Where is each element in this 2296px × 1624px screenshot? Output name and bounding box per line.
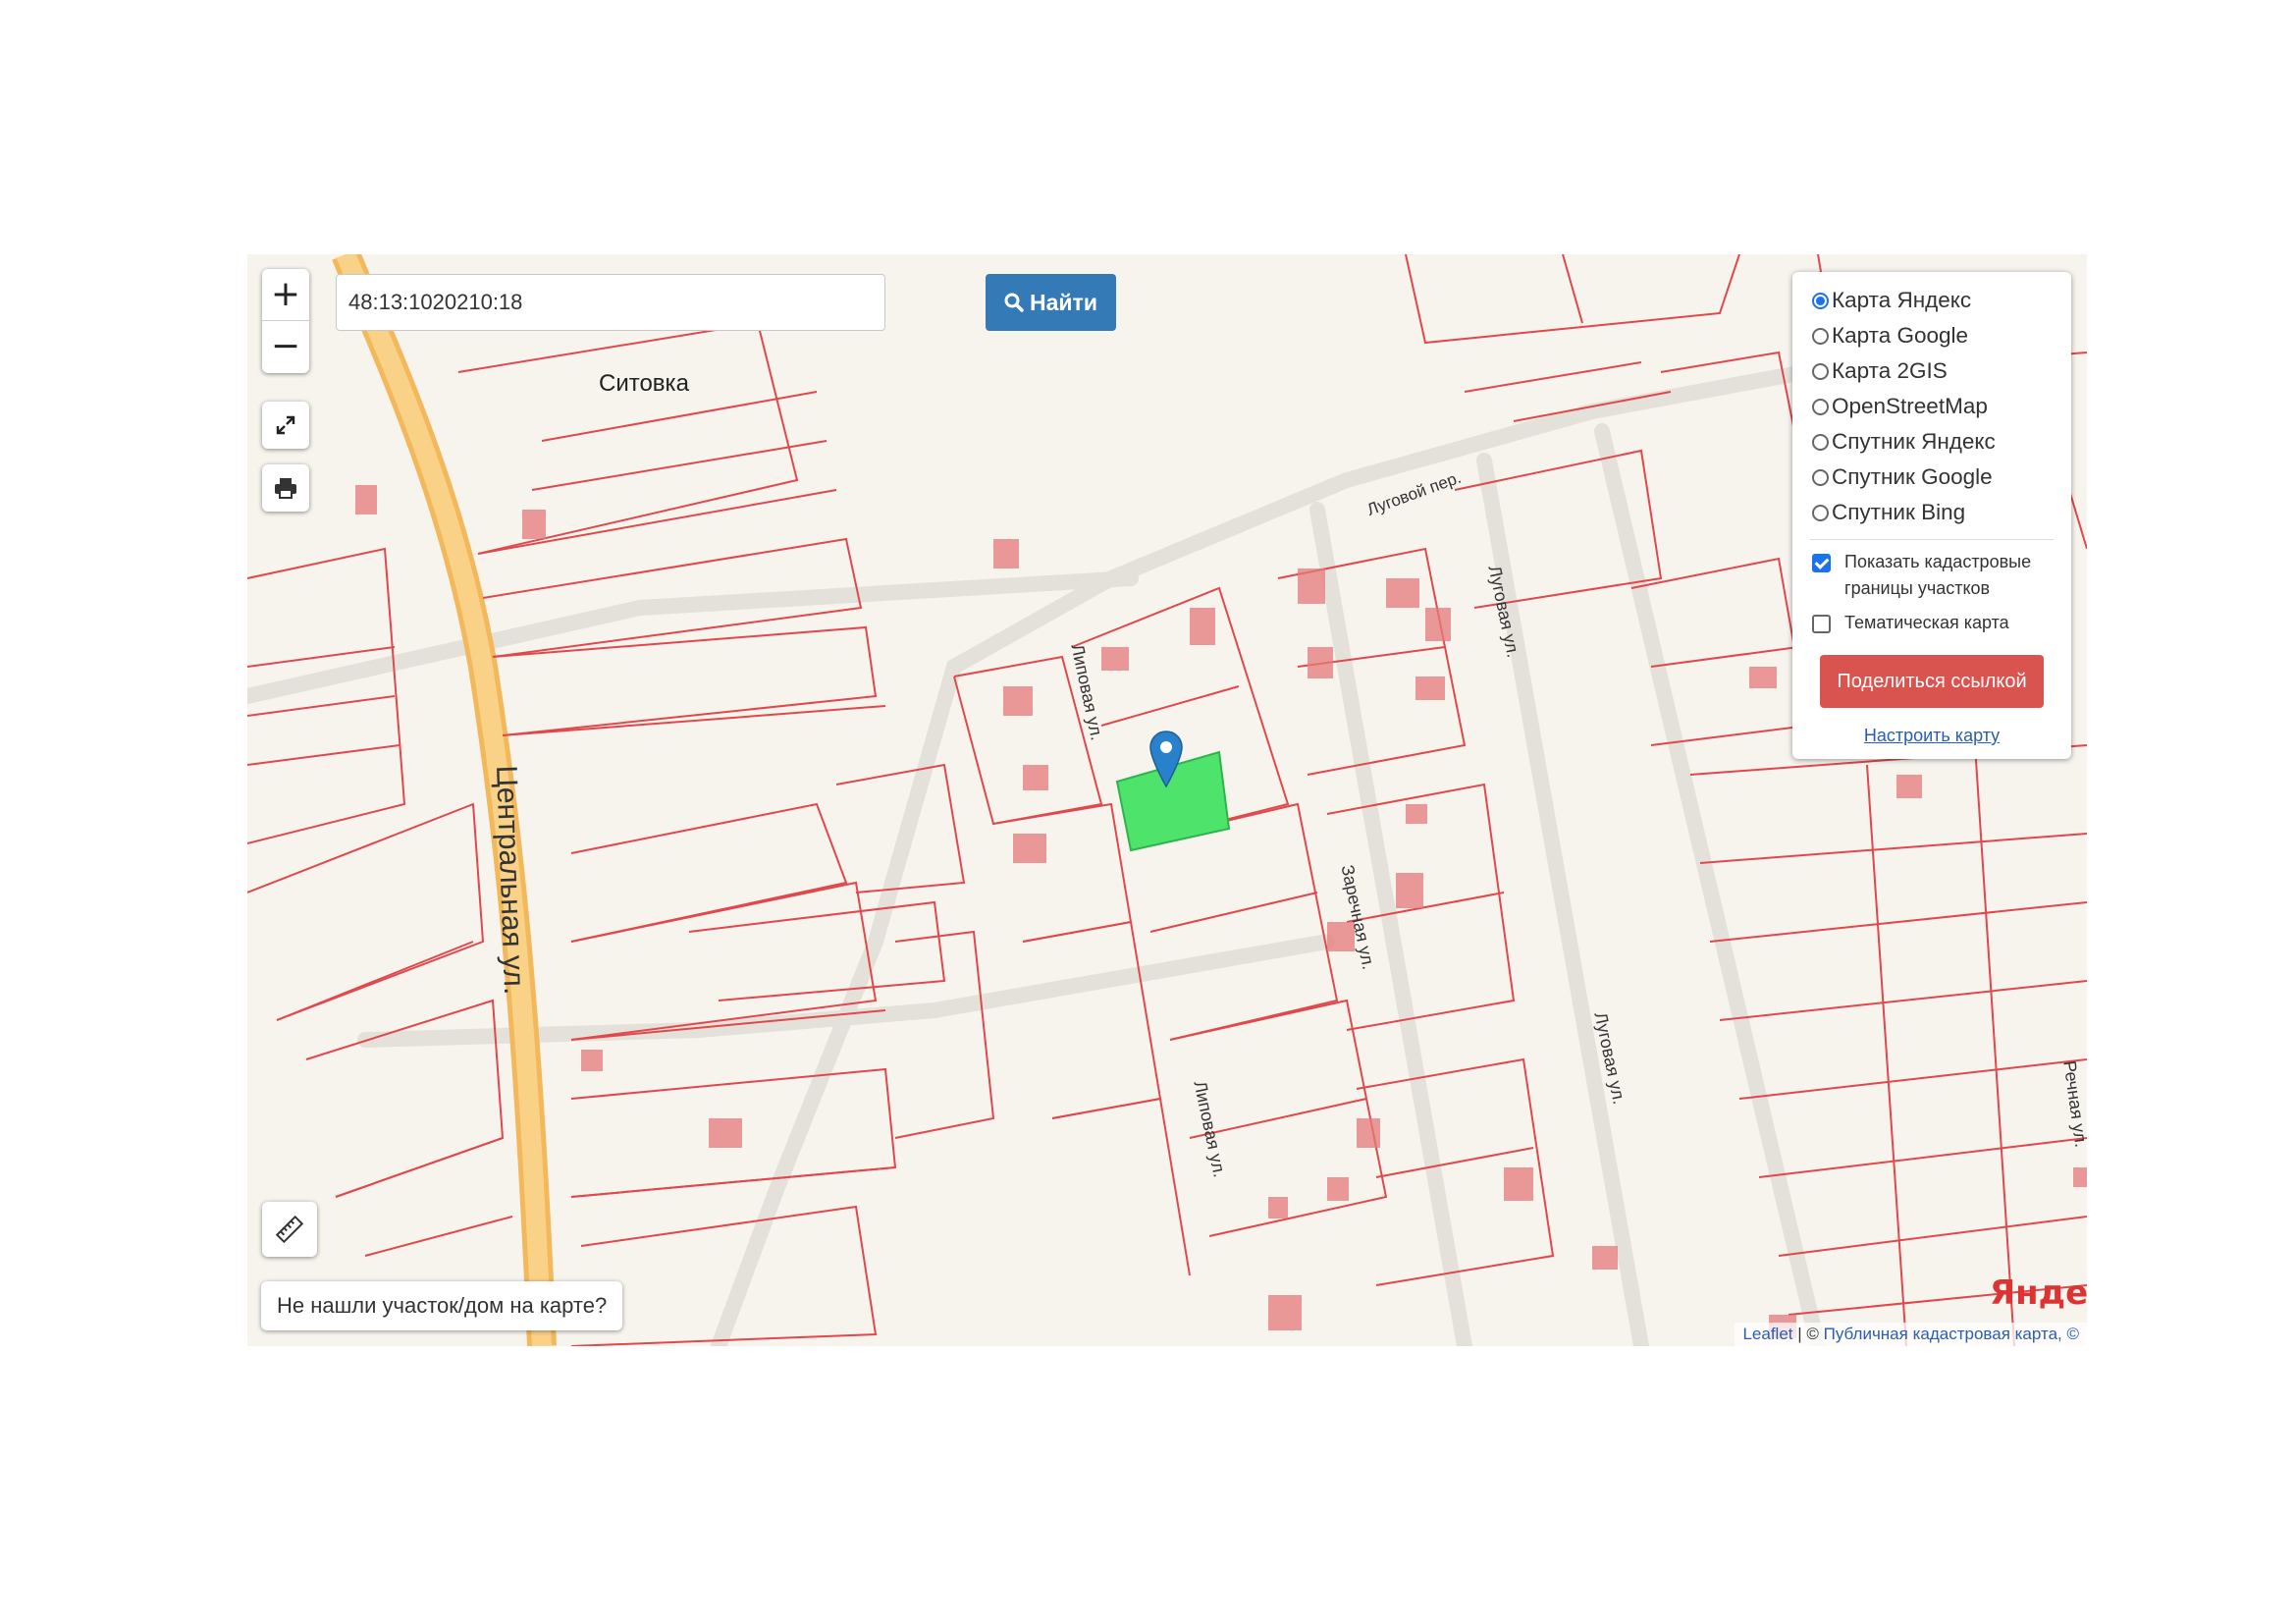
cadastral-map-link[interactable]: Публичная кадастровая карта, © [1824, 1325, 2079, 1343]
print-icon[interactable] [262, 464, 309, 512]
leaflet-link[interactable]: Leaflet [1742, 1325, 1792, 1343]
search-button[interactable]: Найти [986, 274, 1116, 331]
map-attribution: Leaflet | © Публичная кадастровая карта,… [1735, 1323, 2087, 1346]
layer-option-yandex-map[interactable]: Карта Яндекс [1812, 288, 1971, 313]
radio-button[interactable] [1812, 362, 1829, 380]
configure-map-link[interactable]: Настроить карту [1792, 726, 2071, 746]
map-view[interactable]: Ситовка Центральная ул. Липовая ул. Липо… [247, 254, 2087, 1346]
layer-option-bing-satellite[interactable]: Спутник Bing [1812, 500, 1965, 525]
layer-option-2gis-map[interactable]: Карта 2GIS [1812, 358, 1948, 384]
zoom-control: + − [262, 269, 309, 373]
not-found-button[interactable]: Не нашли участок/дом на карте? [261, 1281, 623, 1330]
checkbox[interactable] [1812, 554, 1831, 572]
checkbox[interactable] [1812, 615, 1831, 633]
cadastral-borders-toggle[interactable]: Показать кадастровые границы участков [1812, 549, 2031, 602]
radio-button[interactable] [1812, 468, 1829, 486]
search-button-label: Найти [1030, 289, 1097, 315]
share-link-button[interactable]: Поделиться ссылкой [1820, 655, 2044, 708]
layers-panel: Карта Яндекс Карта Google Карта 2GIS Ope… [1792, 272, 2071, 759]
radio-button[interactable] [1812, 398, 1829, 415]
radio-button[interactable] [1812, 433, 1829, 451]
search-input[interactable]: 48:13:1020210:18 [336, 274, 885, 331]
radio-button[interactable] [1812, 292, 1829, 309]
yandex-logo: Яндекс [1990, 1273, 2087, 1313]
radio-button[interactable] [1812, 504, 1829, 521]
map-marker-icon[interactable] [1148, 730, 1184, 788]
ruler-icon[interactable] [262, 1202, 317, 1257]
layer-option-osm[interactable]: OpenStreetMap [1812, 394, 1988, 419]
search-icon [1004, 293, 1024, 312]
radio-button[interactable] [1812, 327, 1829, 345]
layer-option-yandex-satellite[interactable]: Спутник Яндекс [1812, 429, 1996, 455]
zoom-in-icon[interactable]: + [262, 269, 309, 321]
layer-option-google-map[interactable]: Карта Google [1812, 323, 1968, 349]
divider [1810, 539, 2054, 540]
village-label: Ситовка [599, 370, 689, 397]
thematic-map-toggle[interactable]: Тематическая карта [1812, 610, 2009, 636]
layer-option-google-satellite[interactable]: Спутник Google [1812, 464, 1993, 490]
zoom-out-icon[interactable]: − [262, 321, 309, 372]
fullscreen-icon[interactable] [262, 402, 309, 449]
